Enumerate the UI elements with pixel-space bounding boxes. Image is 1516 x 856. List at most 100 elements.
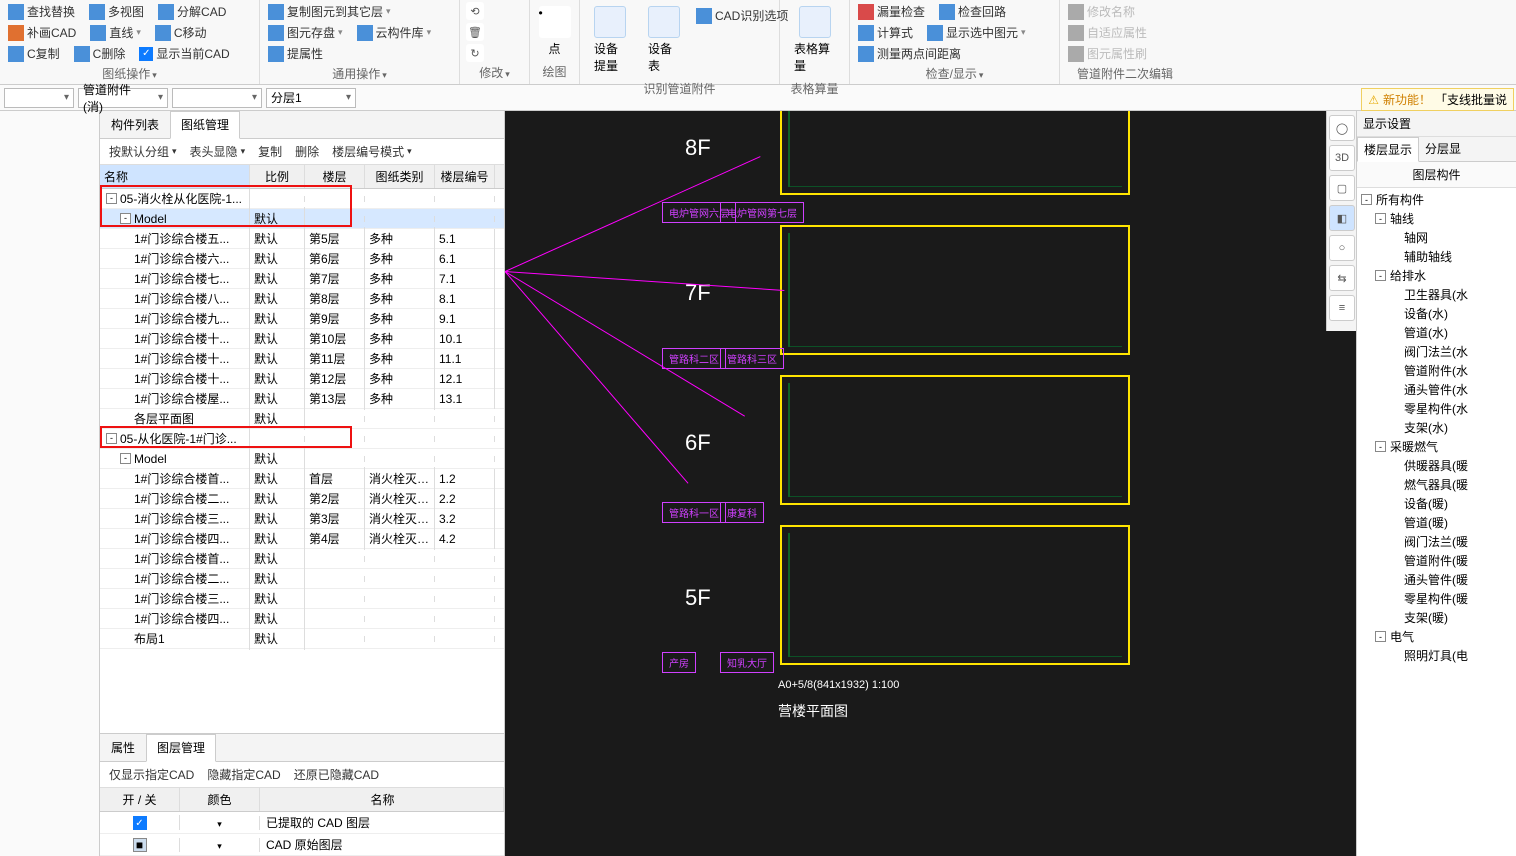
table-calc-button[interactable]: 表格算量 xyxy=(786,2,843,78)
tree-node[interactable]: -采暖燃气 xyxy=(1359,437,1514,456)
c-move[interactable]: C移动 xyxy=(153,23,209,42)
col-floornum[interactable]: 楼层编号 xyxy=(435,165,495,188)
col-scale[interactable]: 比例 xyxy=(250,165,305,188)
col-floor[interactable]: 楼层 xyxy=(305,165,365,188)
draw-cad[interactable]: 补画CAD xyxy=(6,23,78,42)
save-element[interactable]: 图元存盘▾ xyxy=(266,23,345,42)
find-replace[interactable]: 查找替换 xyxy=(6,2,77,21)
delete[interactable]: 删除 xyxy=(292,143,319,160)
tree-toggle-icon[interactable]: - xyxy=(106,433,117,444)
modify-icon-3[interactable]: ↻ xyxy=(466,44,484,62)
drawing-row[interactable]: 1#门诊综合楼三...默认 xyxy=(100,589,504,609)
vbtn-circle-icon[interactable]: ○ xyxy=(1329,235,1355,261)
drawing-row[interactable]: 1#门诊综合楼屋...默认第13层多种13.1 xyxy=(100,389,504,409)
tree-node[interactable]: 管道(暖) xyxy=(1359,513,1514,532)
group-default[interactable]: 按默认分组 ▾ xyxy=(106,143,177,160)
tree-node[interactable]: 设备(水) xyxy=(1359,304,1514,323)
tree-toggle-icon[interactable]: - xyxy=(1361,194,1372,205)
drawing-row[interactable]: 1#门诊综合楼十...默认第12层多种12.1 xyxy=(100,369,504,389)
drawing-row[interactable]: 1#门诊综合楼四...默认第4层消火栓灭火...4.2 xyxy=(100,529,504,549)
tree-node[interactable]: 通头管件(暖 xyxy=(1359,570,1514,589)
vbtn-menu-icon[interactable]: ≡ xyxy=(1329,295,1355,321)
modify-icon-2[interactable]: 🗑 xyxy=(466,23,484,41)
drawing-row[interactable]: 各层平面图默认 xyxy=(100,409,504,429)
drawing-row[interactable]: -Model默认 xyxy=(100,209,504,229)
vbtn-arrow-icon[interactable]: ⇆ xyxy=(1329,265,1355,291)
tree-node[interactable]: 燃气器具(暖 xyxy=(1359,475,1514,494)
drawing-row[interactable]: 1#门诊综合楼首...默认首层消火栓灭火...1.2 xyxy=(100,469,504,489)
tree-node[interactable]: 阀门法兰(暖 xyxy=(1359,532,1514,551)
tree-toggle-icon[interactable]: - xyxy=(106,193,117,204)
drawing-row[interactable]: -Model默认 xyxy=(100,449,504,469)
rp-tab-floor[interactable]: 楼层显示 xyxy=(1357,137,1419,162)
tab-component-list[interactable]: 构件列表 xyxy=(100,111,170,138)
show-current-cad-checkbox[interactable]: ✓显示当前CAD xyxy=(137,44,231,63)
drawing-row[interactable]: 1#门诊综合楼六...默认第6层多种6.1 xyxy=(100,249,504,269)
col-layername[interactable]: 名称 xyxy=(260,788,504,811)
vbtn-orbit-icon[interactable]: ◯ xyxy=(1329,115,1355,141)
combo-pipe-accessory[interactable]: 管道附件(消) xyxy=(78,88,168,108)
drawing-row[interactable]: 1#门诊综合楼首...默认 xyxy=(100,549,504,569)
combo-1[interactable] xyxy=(4,88,74,108)
multi-view[interactable]: 多视图 xyxy=(87,2,146,21)
drawing-row[interactable]: -05-消火栓从化医院-1... xyxy=(100,189,504,209)
tree-toggle-icon[interactable]: - xyxy=(1375,631,1386,642)
floor-num-mode[interactable]: 楼层编号模式 ▾ xyxy=(329,143,412,160)
tree-node[interactable]: 零星构件(暖 xyxy=(1359,589,1514,608)
tree-node[interactable]: 管道(水) xyxy=(1359,323,1514,342)
line[interactable]: 直线▾ xyxy=(88,23,143,42)
tree-node[interactable]: 设备(暖) xyxy=(1359,494,1514,513)
check-loop[interactable]: 检查回路 xyxy=(937,2,1008,21)
rp-tab-layer[interactable]: 分层显 xyxy=(1419,137,1467,161)
combo-layer[interactable]: 分层1 xyxy=(266,88,356,108)
extract-attr[interactable]: 提属性 xyxy=(266,44,325,63)
header-toggle[interactable]: 表头显隐 ▾ xyxy=(187,143,246,160)
drawing-row[interactable]: 1#门诊综合楼十...默认第11层多种11.1 xyxy=(100,349,504,369)
measure-dist[interactable]: 测量两点间距离 xyxy=(856,44,963,63)
c-copy[interactable]: C复制 xyxy=(6,44,62,63)
drawing-row[interactable]: 1#门诊综合楼十...默认第10层多种10.1 xyxy=(100,329,504,349)
col-color[interactable]: 颜色 xyxy=(180,788,260,811)
vbtn-3d-icon[interactable]: 3D xyxy=(1329,145,1355,171)
drawing-row[interactable]: 1#门诊综合楼二...默认 xyxy=(100,569,504,589)
new-feature-banner[interactable]: ⚠ 新功能！ 「支线批量说 xyxy=(1361,88,1514,111)
drawing-row[interactable]: 布局1默认 xyxy=(100,629,504,649)
c-delete[interactable]: C删除 xyxy=(72,44,128,63)
drawing-row[interactable]: 1#门诊综合楼三...默认第3层消火栓灭火...3.2 xyxy=(100,509,504,529)
tree-node[interactable]: 支架(水) xyxy=(1359,418,1514,437)
show-selected[interactable]: 显示选中图元▾ xyxy=(925,23,1028,42)
vbtn-cube-icon[interactable]: ◧ xyxy=(1329,205,1355,231)
tree-node[interactable]: 阀门法兰(水 xyxy=(1359,342,1514,361)
drawing-row[interactable]: 1#门诊综合楼九...默认第9层多种9.1 xyxy=(100,309,504,329)
cad-canvas[interactable]: 8F电炉管网六层电炉管网第七层7F管路科二区管路科三区6F管路科一区康复科5F产… xyxy=(505,111,1356,856)
tree-toggle-icon[interactable]: - xyxy=(1375,441,1386,452)
point-button[interactable]: •点 xyxy=(536,2,573,61)
layer-checkbox[interactable]: ■ xyxy=(133,838,147,852)
cloud-lib[interactable]: 云构件库▾ xyxy=(355,23,434,42)
copy-to-layer[interactable]: 复制图元到其它层▾ xyxy=(266,2,393,21)
modify-icon-1[interactable]: ⟲ xyxy=(466,2,484,20)
combo-3[interactable] xyxy=(172,88,262,108)
vbtn-box-icon[interactable]: ▢ xyxy=(1329,175,1355,201)
tree-node[interactable]: 辅助轴线 xyxy=(1359,247,1514,266)
copy[interactable]: 复制 xyxy=(255,143,282,160)
drawing-row[interactable]: 1#门诊综合楼八...默认第8层多种8.1 xyxy=(100,289,504,309)
layer-checkbox[interactable]: ✓ xyxy=(133,816,147,830)
tree-node[interactable]: 零星构件(水 xyxy=(1359,399,1514,418)
tree-node[interactable]: 通头管件(水 xyxy=(1359,380,1514,399)
hide-cad[interactable]: 隐藏指定CAD xyxy=(204,766,280,783)
tree-node[interactable]: -所有构件 xyxy=(1359,190,1514,209)
tab-layer-mgmt[interactable]: 图层管理 xyxy=(146,734,216,762)
tree-node[interactable]: -轴线 xyxy=(1359,209,1514,228)
tree-node[interactable]: -给排水 xyxy=(1359,266,1514,285)
device-table-button[interactable]: 设备表 xyxy=(640,2,688,78)
cad-recog-options[interactable]: CAD识别选项 xyxy=(694,6,790,25)
tree-toggle-icon[interactable]: - xyxy=(1375,213,1386,224)
device-qty-button[interactable]: 设备提量 xyxy=(586,2,634,78)
drawing-row[interactable]: 1#门诊综合楼七...默认第7层多种7.1 xyxy=(100,269,504,289)
layer-row[interactable]: ■▾CAD 原始图层 xyxy=(100,834,504,856)
show-only-cad[interactable]: 仅显示指定CAD xyxy=(106,766,194,783)
tree-node[interactable]: 管道附件(水 xyxy=(1359,361,1514,380)
tree-toggle-icon[interactable]: - xyxy=(120,213,131,224)
drawing-row[interactable]: 1#门诊综合楼四...默认 xyxy=(100,609,504,629)
